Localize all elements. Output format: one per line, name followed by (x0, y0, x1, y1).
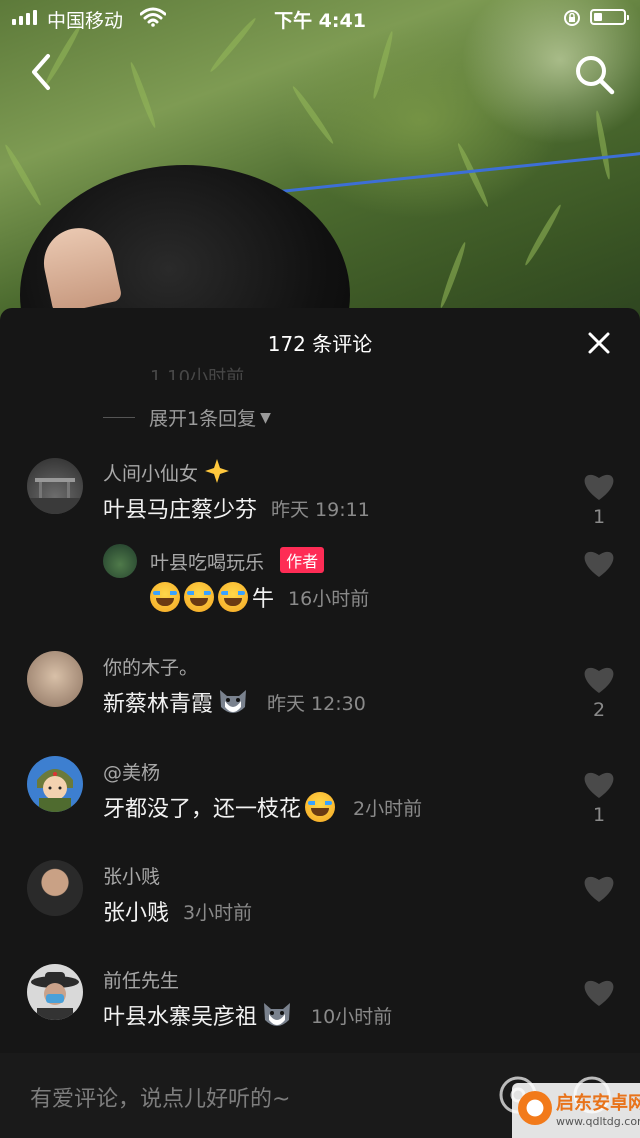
leaf-decor (522, 203, 564, 267)
comment-text: 牙都没了，还一枝花 (103, 797, 302, 822)
comment-username[interactable]: @美杨 (103, 758, 160, 785)
search-button[interactable] (572, 52, 616, 96)
comment-text-row[interactable]: 牙都没了，还一枝花 2小时前 (103, 791, 422, 823)
comment-time: 10小时前 (311, 1005, 393, 1028)
laugh-cry-emoji-icon (305, 792, 336, 822)
comment-text-row[interactable]: 张小贱 3小时前 (103, 895, 252, 927)
watermark-logo-icon (518, 1091, 552, 1125)
username-text: 叶县吃喝玩乐 (150, 552, 265, 574)
comment-text-row[interactable]: 叶县马庄蔡少芬 昨天 19:11 (103, 492, 370, 524)
sparkle-star-icon (205, 459, 230, 483)
site-watermark: 启东安卓网 www.qdltdg.com (512, 1083, 640, 1138)
husky-emoji-icon (264, 1003, 291, 1026)
status-bar: 中国移动 下午 4:41 (0, 0, 640, 36)
comment-text-row[interactable]: 叶县水寨吴彦祖 10小时前 (103, 999, 392, 1031)
avatar[interactable] (27, 756, 83, 812)
avatar[interactable] (27, 860, 83, 916)
comment-text: 叶县马庄蔡少芬 (103, 498, 258, 523)
scrolled-text-fragment: 1 10小时前 (150, 367, 245, 380)
video-background[interactable] (0, 0, 640, 330)
comment-text: 新蔡林青霞 (103, 692, 214, 717)
close-button[interactable] (586, 330, 612, 356)
like-heart-icon[interactable] (582, 976, 616, 1008)
comment-count-title: 172 条评论 (267, 332, 373, 356)
comment-username[interactable]: 人间小仙女 (103, 458, 230, 486)
leaf-decor (2, 143, 44, 207)
reply-username[interactable]: 叶县吃喝玩乐 作者 (150, 547, 325, 575)
laugh-cry-emoji-icon (150, 582, 180, 612)
rotation-lock-icon (564, 10, 580, 26)
leaf-decor (371, 30, 395, 100)
divider-line (103, 417, 135, 418)
avatar[interactable] (27, 458, 83, 514)
comment-username[interactable]: 前任先生 (103, 966, 179, 993)
reply-text-row[interactable]: 牛 16小时前 (150, 581, 369, 613)
like-count: 1 (592, 506, 606, 528)
like-heart-icon[interactable] (582, 663, 616, 695)
watermark-title: 启东安卓网 (556, 1093, 640, 1114)
rope (279, 151, 640, 193)
like-heart-icon[interactable] (582, 547, 616, 579)
comment-time: 2小时前 (353, 797, 423, 820)
avatar[interactable] (103, 544, 137, 578)
expand-replies-link[interactable]: 展开1条回复 ▼ (103, 404, 271, 431)
like-heart-icon[interactable] (582, 768, 616, 800)
back-button[interactable] (22, 52, 62, 92)
leaf-decor (455, 142, 491, 208)
comment-text: 叶县水寨吴彦祖 (103, 1005, 258, 1030)
caret-down-icon: ▼ (260, 409, 271, 426)
leaf-decor (438, 241, 468, 309)
leaf-decor (128, 61, 158, 129)
laugh-cry-emoji-icon (184, 582, 214, 612)
comment-text: 张小贱 (103, 901, 170, 926)
like-count: 1 (592, 804, 606, 826)
comment-time: 昨天 12:30 (267, 692, 366, 715)
author-badge: 作者 (280, 547, 325, 573)
husky-emoji-icon (220, 690, 247, 713)
leaf-decor (290, 84, 336, 146)
comment-input[interactable]: 有爱评论，说点儿好听的~ (30, 1081, 290, 1113)
comment-username[interactable]: 张小贱 (103, 862, 160, 889)
like-heart-icon[interactable] (582, 872, 616, 904)
laugh-cry-emoji-icon (218, 582, 248, 612)
comment-time: 3小时前 (183, 901, 253, 924)
watermark-url: www.qdltdg.com (556, 1115, 640, 1128)
reply-time: 16小时前 (288, 587, 370, 610)
gym-photo-icon (27, 478, 83, 514)
clock: 下午 4:41 (274, 10, 366, 32)
username-text: 人间小仙女 (103, 463, 199, 485)
comment-username[interactable]: 你的木子。 (103, 653, 198, 680)
comment-sheet: 172 条评论 1 10小时前 展开1条回复 ▼ 人间小仙女 叶县马庄蔡少芬 昨… (0, 308, 640, 1053)
battery-icon (590, 9, 629, 25)
like-heart-icon[interactable] (582, 470, 616, 502)
expand-replies-label: 展开1条回复 (149, 408, 257, 430)
comment-text-row[interactable]: 新蔡林青霞 昨天 12:30 (103, 686, 366, 718)
cartoon-soldier-avatar-icon (37, 769, 73, 812)
avatar[interactable] (27, 651, 83, 707)
leaf-decor (593, 110, 613, 180)
masked-man-avatar-icon (31, 972, 79, 1020)
avatar[interactable] (27, 964, 83, 1020)
reply-text: 牛 (252, 587, 275, 612)
comment-time: 昨天 19:11 (271, 498, 370, 521)
like-count: 2 (592, 699, 606, 721)
